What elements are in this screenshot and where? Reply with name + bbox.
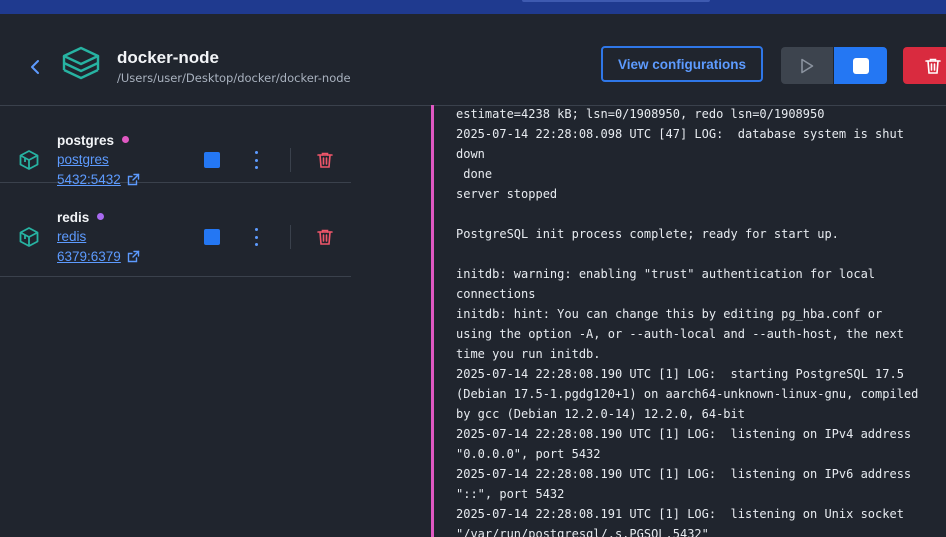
log-line: (Debian 17.5-1.pgdg120+1) on aarch64-unk… [456, 387, 919, 401]
trash-icon[interactable] [316, 228, 334, 246]
project-path: /Users/user/Desktop/docker/docker-node [117, 71, 351, 85]
stop-icon [852, 57, 869, 74]
project-header: docker-node /Users/user/Desktop/docker/d… [0, 14, 946, 106]
log-line: 2025-07-14 22:28:08.098 UTC [47] LOG: da… [456, 127, 904, 141]
service-port-link[interactable]: 5432:5432 [57, 172, 140, 187]
log-line: using the option -A, or --auth-local and… [456, 327, 904, 341]
log-line: 2025-07-14 22:28:08.190 UTC [1] LOG: sta… [456, 367, 904, 381]
chevron-left-icon [31, 60, 39, 74]
log-line: "0.0.0.0", port 5432 [456, 447, 601, 461]
log-line: initdb: hint: You can change this by edi… [456, 307, 883, 321]
log-line: server stopped [456, 187, 558, 201]
delete-button[interactable] [903, 47, 946, 84]
log-line: 2025-07-14 22:28:08.190 UTC [1] LOG: lis… [456, 427, 912, 441]
external-link-icon [127, 173, 140, 186]
services-list: postgres postgres 5432:5432 redis redis … [0, 105, 351, 537]
service-image-link[interactable]: redis [57, 229, 86, 244]
view-configurations-button[interactable]: View configurations [601, 46, 763, 82]
log-line: "::", port 5432 [456, 487, 565, 501]
divider [290, 148, 291, 172]
trash-icon [925, 58, 941, 74]
log-line: down [456, 147, 485, 161]
service-row-redis[interactable]: redis redis 6379:6379 [0, 199, 351, 277]
service-row-postgres[interactable]: postgres postgres 5432:5432 [0, 105, 351, 187]
trash-icon[interactable] [316, 151, 334, 169]
page-title: docker-node [117, 48, 220, 67]
stop-button[interactable] [834, 47, 887, 84]
log-line: time you run initdb. [456, 347, 601, 361]
search-bar[interactable] [522, 0, 710, 2]
log-line: initdb: warning: enabling "trust" authen… [456, 267, 876, 281]
container-cube-icon [19, 227, 39, 247]
log-line: 2025-07-14 22:28:08.190 UTC [1] LOG: lis… [456, 467, 912, 481]
service-name: redis [57, 210, 105, 225]
top-bar [0, 0, 946, 14]
more-options-icon[interactable] [248, 228, 264, 246]
service-image-link[interactable]: postgres [57, 152, 109, 167]
log-line: "/var/run/postgresql/.s.PGSQL.5432" [456, 527, 709, 537]
start-button[interactable] [781, 47, 833, 84]
compose-stack-icon [62, 46, 100, 80]
status-dot [97, 212, 105, 220]
stop-service-button[interactable] [204, 152, 220, 168]
play-icon [801, 58, 814, 73]
stop-service-button[interactable] [204, 229, 220, 245]
log-line: 2025-07-14 22:28:08.191 UTC [1] LOG: lis… [456, 507, 904, 521]
divider [290, 225, 291, 249]
back-button[interactable] [22, 54, 48, 80]
external-link-icon [127, 250, 140, 263]
log-line: by gcc (Debian 12.2.0-14) 12.2.0, 64-bit [456, 407, 745, 421]
service-name: postgres [57, 133, 130, 148]
container-cube-icon [19, 150, 39, 170]
service-port-link[interactable]: 6379:6379 [57, 249, 140, 264]
log-line: done [456, 167, 493, 181]
more-options-icon[interactable] [248, 151, 264, 169]
log-line: connections [456, 287, 536, 301]
logs-panel[interactable]: estimate=4238 kB; lsn=0/1908950, redo ls… [431, 105, 946, 537]
status-dot [122, 135, 130, 143]
log-line: PostgreSQL init process complete; ready … [456, 227, 839, 241]
log-line: estimate=4238 kB; lsn=0/1908950, redo ls… [456, 107, 825, 121]
